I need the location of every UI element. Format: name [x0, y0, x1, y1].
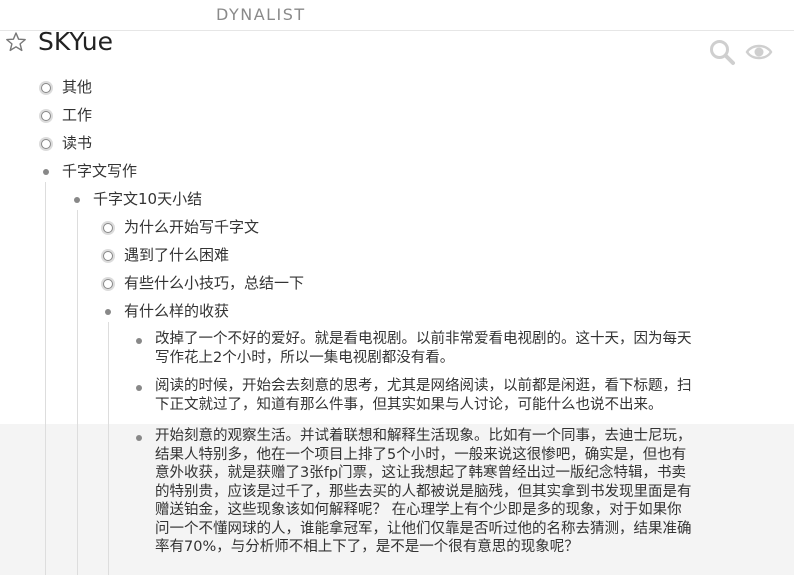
item-text[interactable]: 阅读的时候，开始会去刻意的思考，尤其是网络阅读，以前都是闲逛，看下标题，扫 下正… [155, 377, 692, 414]
collapsed-bullet-icon[interactable] [38, 80, 54, 96]
item-label[interactable]: 有什么样的收获 [124, 302, 229, 321]
item-text[interactable]: 开始刻意的观察生活。并试着联想和解释生活现象。比如有一个同事，去迪士尼玩， 结果… [155, 427, 692, 557]
outline-item[interactable]: 读书 [38, 134, 338, 154]
bullet-icon[interactable] [131, 380, 147, 396]
outline-item[interactable]: 遇到了什么困难 [100, 246, 400, 266]
text-line: 结果人特别多，他在一个项目上排了5个小时，一般来说这很惨吧，确实是，但也有 [155, 446, 687, 463]
text-line: 意外收获，就是获赠了3张fp门票，这让我想起了韩寒曾经出过一版纪念特辑，书卖 [155, 465, 687, 481]
item-label[interactable]: 工作 [62, 106, 92, 125]
indent-guide [45, 182, 46, 575]
bullet-icon[interactable] [131, 333, 147, 349]
text-line: 赠送铂金，这些现象该如何解释呢？ 在心理学上有个少即是多的现象，对于如果你 [155, 502, 682, 518]
outline-item[interactable]: 阅读的时候，开始会去刻意的思考，尤其是网络阅读，以前都是闲逛，看下标题，扫 下正… [131, 377, 771, 417]
text-line: 下正文就过了，知道有那么件事，但其实如果与人讨论，可能什么也说不出来。 [155, 396, 663, 413]
text-line: 问一个不懂网球的人，谁能拿冠军，让他们仅靠是否听过他的名称去猜测，结果准确 [155, 520, 692, 537]
outline-item[interactable]: 工作 [38, 106, 338, 126]
collapsed-bullet-icon[interactable] [38, 136, 54, 152]
outline: 其他 工作 读书 千字文写作 千字文10天小结 为什么开始写千字文 遇到了什么困… [0, 0, 794, 575]
indent-guide [77, 210, 78, 575]
collapsed-bullet-icon[interactable] [100, 248, 116, 264]
bullet-icon[interactable] [131, 430, 147, 446]
text-line: 改掉了一个不好的爱好。就是看电视剧。以前非常爱看电视剧的。这十天，因为每天 [155, 331, 692, 347]
text-line: 开始刻意的观察生活。并试着联想和解释生活现象。比如有一个同事，去迪士尼玩， [155, 428, 692, 444]
bullet-icon[interactable] [100, 304, 116, 320]
item-label[interactable]: 遇到了什么困难 [124, 246, 229, 265]
bullet-icon[interactable] [69, 192, 85, 208]
collapsed-bullet-icon[interactable] [38, 108, 54, 124]
outline-item[interactable]: 其他 [38, 78, 338, 98]
item-label[interactable]: 千字文写作 [62, 162, 137, 181]
collapsed-bullet-icon[interactable] [100, 220, 116, 236]
outline-item[interactable]: 为什么开始写千字文 [100, 218, 400, 238]
outline-item[interactable]: 改掉了一个不好的爱好。就是看电视剧。以前非常爱看电视剧的。这十天，因为每天 写作… [131, 330, 771, 370]
outline-item[interactable]: 千字文10天小结 [69, 190, 369, 210]
text-line: 阅读的时候，开始会去刻意的思考，尤其是网络阅读，以前都是闲逛，看下标题，扫 [155, 378, 692, 394]
indent-guide [108, 322, 109, 575]
outline-item[interactable]: 有些什么小技巧，总结一下 [100, 274, 400, 294]
item-label[interactable]: 为什么开始写千字文 [124, 218, 259, 237]
text-line: 的特别贵，应该是过千了，那些去买的人都被说是脑残，但其实拿到书发现里面是有 [155, 483, 692, 500]
text-line: 写作花上2个小时，所以一集电视剧都没有看。 [155, 349, 455, 366]
text-line: 率有70%，与分析师不相上下了，是不是一个很有意思的现象呢？ [155, 539, 579, 555]
item-label[interactable]: 读书 [62, 134, 92, 153]
outline-item[interactable]: 有什么样的收获 [100, 302, 400, 322]
bullet-icon[interactable] [38, 164, 54, 180]
item-label[interactable]: 千字文10天小结 [93, 190, 202, 209]
outline-item[interactable]: 千字文写作 [38, 162, 338, 182]
item-text[interactable]: 改掉了一个不好的爱好。就是看电视剧。以前非常爱看电视剧的。这十天，因为每天 写作… [155, 330, 692, 367]
outline-item[interactable]: 开始刻意的观察生活。并试着联想和解释生活现象。比如有一个同事，去迪士尼玩， 结果… [131, 427, 771, 567]
item-label[interactable]: 有些什么小技巧，总结一下 [124, 274, 304, 293]
item-label[interactable]: 其他 [62, 78, 92, 97]
collapsed-bullet-icon[interactable] [100, 276, 116, 292]
